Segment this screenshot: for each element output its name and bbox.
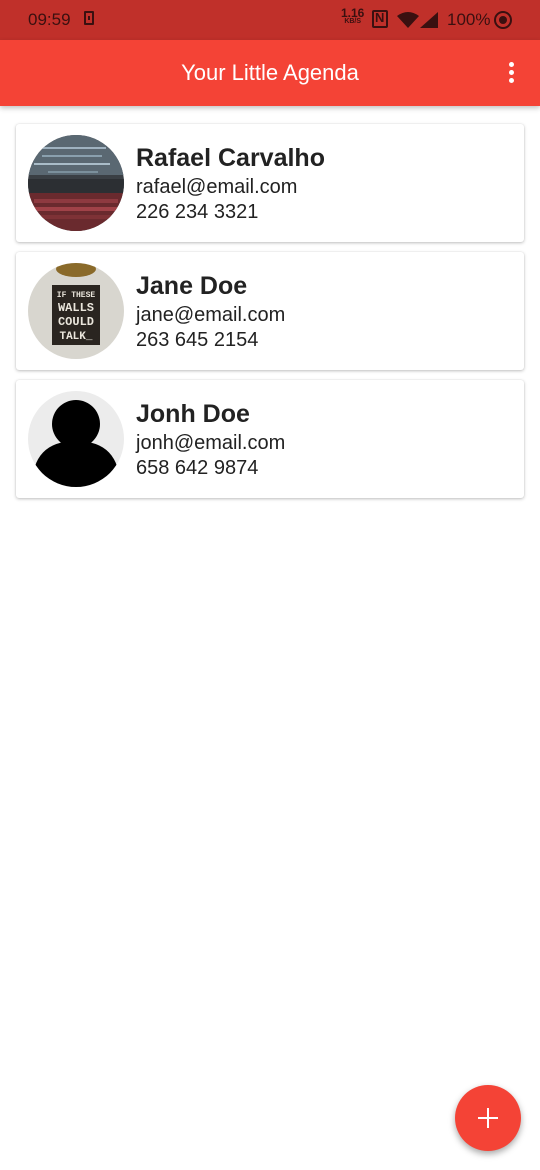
sim-icon [84,11,94,25]
contact-card[interactable]: IF THESE WALLS COULD TALK_ Jane Doe jane… [16,252,524,370]
contact-phone: 658 642 9874 [136,457,259,479]
contact-avatar: IF THESE WALLS COULD TALK_ [28,263,124,359]
nfc-icon [372,10,388,28]
app-bar: Your Little Agenda [0,40,540,106]
signal-icon [420,12,438,33]
sync-icon [494,11,512,29]
contact-name: Jane Doe [136,272,248,300]
contact-avatar [28,135,124,231]
network-speed: 1.16 KB/S [341,7,364,26]
status-time: 09:59 [28,10,71,29]
svg-text:COULD: COULD [58,315,94,329]
contact-card[interactable]: Rafael Carvalho rafael@email.com 226 234… [16,124,524,242]
contact-phone: 263 645 2154 [136,329,259,351]
battery-level: 100% [447,10,491,29]
app-title: Your Little Agenda [181,60,359,85]
svg-text:WALLS: WALLS [58,301,94,315]
contact-name: Rafael Carvalho [136,144,325,172]
contact-phone: 226 234 3321 [136,201,259,223]
contact-email: rafael@email.com [136,176,298,198]
svg-text:TALK_: TALK_ [59,331,92,343]
contact-email: jonh@email.com [136,432,286,454]
wifi-icon [397,11,419,34]
contact-name: Jonh Doe [136,400,250,428]
svg-text:IF THESE: IF THESE [57,291,96,300]
add-contact-button[interactable] [455,1085,521,1151]
contact-list: Rafael Carvalho rafael@email.com 226 234… [16,124,524,508]
contact-email: jane@email.com [136,304,286,326]
contact-card[interactable]: Jonh Doe jonh@email.com 658 642 9874 [16,380,524,498]
more-vert-icon[interactable] [506,62,516,86]
status-bar: 09:59 1.16 KB/S 100% [0,0,540,40]
plus-icon [478,1108,498,1128]
person-silhouette-icon [28,391,124,487]
network-speed-unit: KB/S [344,18,362,25]
